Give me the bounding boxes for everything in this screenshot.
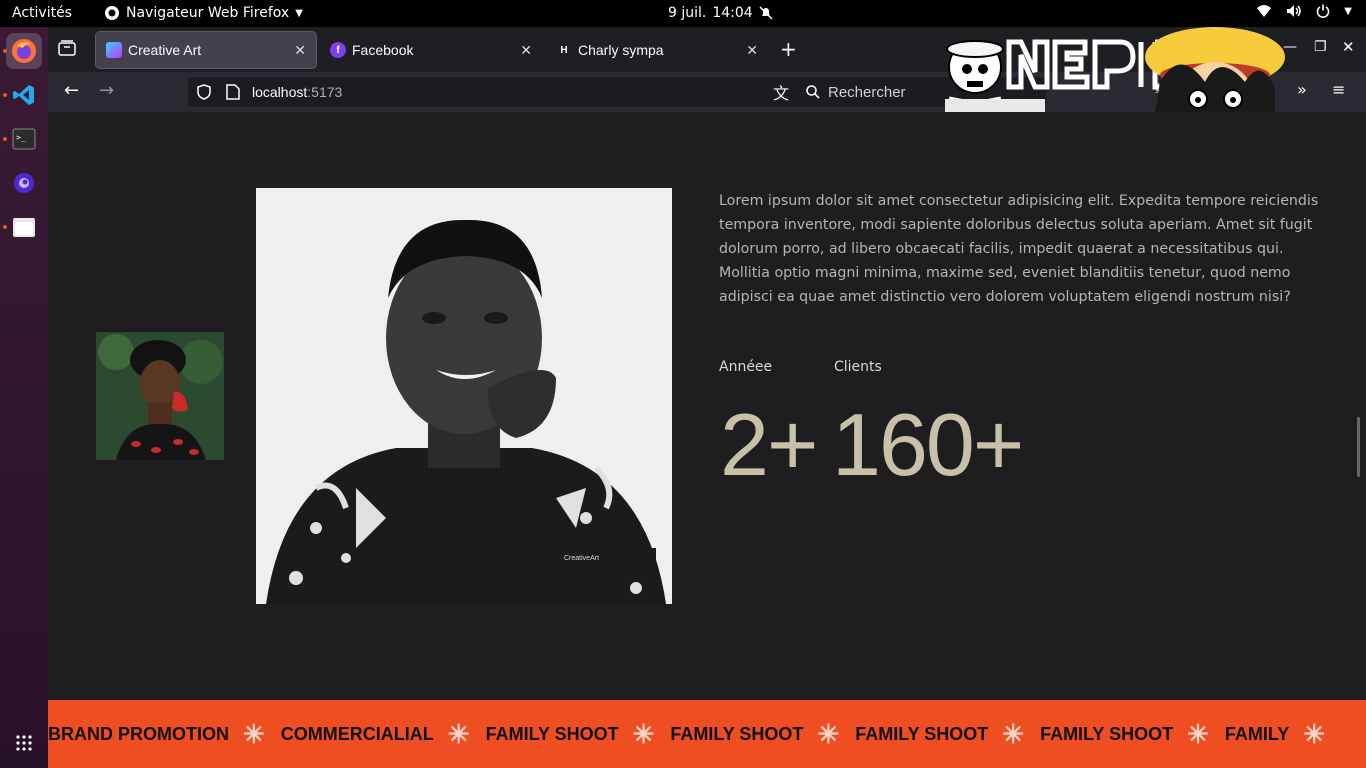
dock-terminal[interactable]: >_ [6,121,42,157]
marquee-item: FAMILY SHOOT ✳ [1040,719,1209,749]
asterisk-star-icon: ✳ [1303,719,1326,749]
dock-vscode[interactable] [6,77,42,113]
marquee-item: FAMILY ✳ [1224,719,1326,749]
vscode-icon [13,85,34,105]
extensions-icon[interactable]: ✦ [1226,80,1239,98]
time-label: 14:04 [712,5,753,21]
date-label: 9 juil. [668,5,707,21]
tab-label: Creative Art [128,42,202,58]
close-tab-icon[interactable]: ✕ [294,42,306,59]
tab-facebook[interactable]: f Facebook ✕ [320,32,542,68]
page-scrollbar[interactable] [1357,417,1360,477]
url-host: localhost [252,84,308,100]
chevron-down-icon: ▼ [295,7,303,19]
minimize-icon[interactable]: — [1283,39,1297,55]
forward-arrow-icon[interactable]: → [99,80,114,101]
stat-label-years: Annéee [719,359,773,375]
wifi-icon [1257,5,1272,17]
back-arrow-icon[interactable]: ← [64,80,79,101]
marquee-item: FAMILY SHOOT ✳ [855,719,1025,749]
volume-icon [1287,5,1302,17]
stat-label-clients: Clients [834,359,882,375]
marquee-item: BRAND PROMOTION ✳ [48,719,265,749]
close-tab-icon[interactable]: ✕ [520,42,532,59]
show-apps-button[interactable] [6,725,42,761]
asterisk-star-icon: ✳ [243,719,265,749]
thumbnail-portrait-image [96,332,224,460]
download-icon[interactable]: ⤓ [1155,80,1161,96]
tab-creative-art[interactable]: Creative Art ✕ [95,31,317,69]
files-icon [13,218,35,237]
terminal-icon: >_ [12,128,36,150]
site-favicon-icon: H [560,44,568,56]
app-menu-label: Navigateur Web Firefox [126,5,290,21]
maximize-icon[interactable]: ❐ [1314,39,1327,55]
close-window-icon[interactable]: ✕ [1342,38,1355,56]
running-indicator [3,93,7,97]
tab-charly-sympa[interactable]: H Charly sympa ✕ [546,32,768,68]
intro-paragraph: Lorem ipsum dolor sit amet consectetur a… [719,193,1319,305]
marquee-item: FAMILY SHOOT ✳ [485,719,655,749]
page-content: CreativeArt Lorem ipsum dolor sit amet c… [48,112,1366,768]
running-indicator [3,137,7,141]
app-menu[interactable]: Navigateur Web Firefox ▼ [104,5,303,21]
search-input[interactable]: Rechercher [796,77,1046,107]
translate-icon[interactable]: 文 [773,80,789,104]
activities-button[interactable]: Activités [12,5,72,21]
apps-grid-icon [16,735,32,751]
marquee-item: COMMERCIALIAL ✳ [280,719,470,749]
services-marquee-banner: BRAND PROMOTION ✳ COMMERCIALIAL ✳ FAMILY S… [48,700,1366,768]
url-bar[interactable]: localhost:5173 文 ☆ [188,77,833,107]
hamburger-menu-icon[interactable]: ≡ [1332,80,1345,99]
page-icon [226,84,240,100]
running-indicator [3,225,7,229]
photo-watermark: CreativeArt [564,555,599,562]
asterisk-star-icon: ✳ [447,719,470,749]
asterisk-star-icon: ✳ [1187,719,1209,749]
asterisk-star-icon: ✳ [817,719,840,749]
system-tray[interactable]: ▼ [1256,4,1352,18]
clock[interactable]: 9 juil. 14:04 [668,5,773,21]
power-icon [1317,4,1330,18]
marquee-item: FAMILY SHOOT ✳ [670,719,840,749]
shield-icon [197,84,211,100]
close-tab-icon[interactable]: ✕ [746,42,758,59]
app-purple-icon [14,173,34,193]
firefox-app-icon [105,6,119,20]
dock-files[interactable] [6,209,42,245]
vite-favicon-icon [106,42,122,58]
dock-app-purple[interactable] [6,165,42,201]
dock: >_ [0,27,48,768]
dock-firefox[interactable] [6,33,42,69]
firefox-icon [12,39,36,63]
running-indicator [3,49,7,53]
notifications-off-icon [759,6,773,20]
tab-label: Charly sympa [578,42,664,58]
stat-value-years: 2+ [720,395,818,494]
new-tab-icon[interactable]: + [780,37,797,61]
tab-strip: Creative Art ✕ f Facebook ✕ H Charly sym… [48,27,1366,72]
asterisk-star-icon: ✳ [1002,719,1025,749]
firefox-view-button[interactable] [58,40,76,60]
chevron-down-icon: ▼ [1344,5,1352,17]
tab-label: Facebook [352,42,414,58]
sync-icon[interactable]: ⇅ [1261,80,1273,96]
search-placeholder: Rechercher [828,83,906,101]
asterisk-star-icon: ✳ [632,719,655,749]
search-icon [806,85,820,99]
main-portrait-image: CreativeArt [256,188,672,604]
facebook-favicon-icon: f [330,42,346,58]
nav-bar: ← → localhost:5173 文 ☆ Rechercher ⤓ ◉ ✦ … [48,72,1366,112]
url-port: :5173 [307,84,343,100]
overflow-chevron-icon[interactable]: » [1297,80,1307,99]
account-icon[interactable]: ◉ [1190,80,1203,98]
firefox-view-icon [58,40,76,56]
svg-text:>_: >_ [16,133,26,142]
system-top-bar: Activités Navigateur Web Firefox ▼ 9 jui… [0,0,1366,27]
stat-value-clients: 160+ [832,395,1024,494]
